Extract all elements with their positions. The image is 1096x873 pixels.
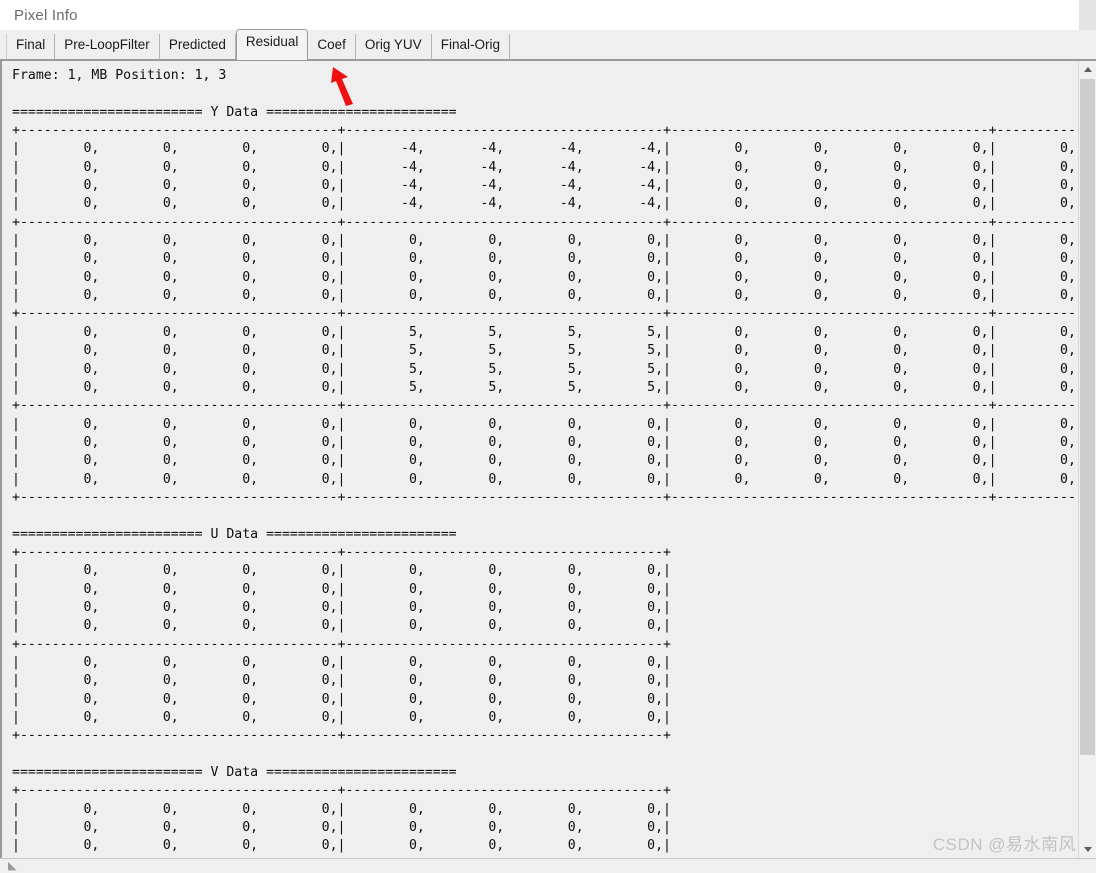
tab-label: Pre-LoopFilter — [64, 37, 150, 52]
window-title: Pixel Info — [14, 6, 78, 24]
scroll-up-arrow-icon[interactable] — [1079, 61, 1096, 78]
tab-coef[interactable]: Coef — [308, 34, 356, 59]
titlebar-corner-decoration — [1079, 0, 1096, 31]
scrollbar-track[interactable] — [1080, 755, 1095, 840]
tab-label: Final-Orig — [440, 37, 500, 52]
resize-grip-icon[interactable]: ◣ — [8, 861, 20, 872]
tab-label: Residual — [245, 34, 299, 49]
pixel-data-text: Frame: 1, MB Position: 1, 3 ============… — [12, 68, 1078, 858]
tab-strip: Final Pre-LoopFilter Predicted Residual Coef… — [0, 29, 1096, 60]
tab-label: Orig YUV — [364, 37, 422, 52]
window-titlebar: Pixel Info — [0, 0, 1096, 31]
pixel-data-text-pane[interactable]: Frame: 1, MB Position: 1, 3 ============… — [0, 61, 1078, 858]
tab-label: Coef — [317, 37, 346, 52]
content-frame: Frame: 1, MB Position: 1, 3 ============… — [0, 59, 1096, 858]
tab-orig-yuv[interactable]: Orig YUV — [355, 34, 432, 59]
chevron-down-icon — [1083, 847, 1092, 852]
vertical-scrollbar[interactable] — [1078, 61, 1096, 858]
pixel-info-window: Pixel Info Final Pre-LoopFilter Predicted R… — [0, 0, 1096, 873]
tab-label: Predicted — [168, 37, 226, 52]
tab-final[interactable]: Final — [6, 34, 56, 59]
chevron-up-icon — [1083, 67, 1092, 72]
tab-predicted[interactable]: Predicted — [159, 34, 236, 59]
tab-final-orig[interactable]: Final-Orig — [431, 34, 510, 59]
tab-label: Final — [16, 37, 46, 52]
tab-pre-loopfilter[interactable]: Pre-LoopFilter — [55, 34, 160, 59]
scroll-down-arrow-icon[interactable] — [1079, 841, 1096, 858]
window-bottom-edge: ◣ — [0, 858, 1096, 873]
csdn-watermark: CSDN @易水南风 — [932, 835, 1076, 854]
scrollbar-thumb[interactable] — [1080, 79, 1095, 755]
tab-residual[interactable]: Residual — [235, 29, 309, 60]
